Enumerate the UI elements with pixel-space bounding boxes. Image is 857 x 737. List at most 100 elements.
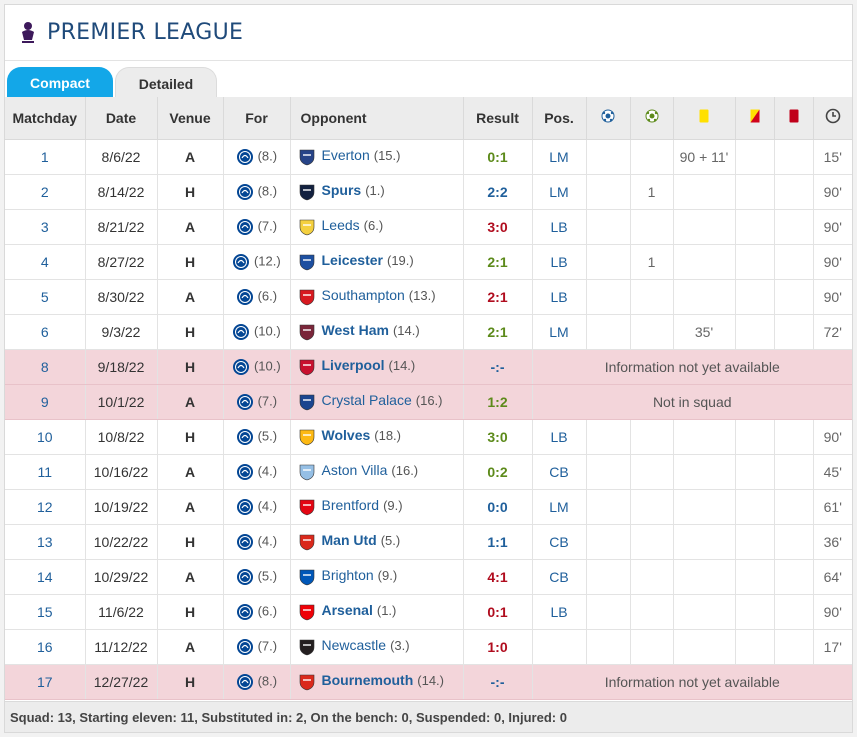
match-result-link[interactable]: 1:1 (462, 524, 532, 560)
assists (629, 314, 673, 350)
match-result-link[interactable]: -:- (462, 349, 532, 385)
opponent-link[interactable]: Man Utd (322, 532, 377, 548)
second-yellow-card (734, 419, 774, 455)
red-card (773, 524, 813, 560)
col-position[interactable]: Pos. (531, 97, 586, 140)
match-result-link[interactable]: 3:0 (462, 419, 532, 455)
venue: A (156, 454, 223, 490)
chelsea-crest-icon (236, 218, 253, 235)
opponent-link[interactable]: Leicester (322, 252, 383, 268)
status-note: Information not yet available (531, 349, 852, 385)
matchday-link[interactable]: 16 (5, 629, 85, 665)
matchday-link[interactable]: 14 (5, 559, 85, 595)
match-result-link[interactable]: 4:1 (462, 559, 532, 595)
opponent-link[interactable]: Crystal Palace (322, 392, 412, 408)
opponent-link[interactable]: Liverpool (322, 357, 385, 373)
col-date[interactable]: Date (84, 97, 157, 140)
for-cell: (5.) (222, 419, 290, 455)
assists (629, 454, 673, 490)
match-date: 12/27/22 (84, 664, 157, 700)
matchday-link[interactable]: 2 (5, 174, 85, 210)
match-result-link[interactable]: 0:1 (462, 139, 532, 175)
position: CB (531, 454, 586, 490)
matchday-link[interactable]: 5 (5, 279, 85, 315)
for-rank: (4.) (257, 462, 278, 478)
opponent-link[interactable]: Spurs (322, 182, 362, 198)
for-rank: (12.) (253, 252, 281, 268)
yellow-card (672, 524, 735, 560)
red-card (773, 174, 813, 210)
goals (585, 209, 630, 245)
col-result[interactable]: Result (462, 97, 532, 140)
matchday-link[interactable]: 17 (5, 664, 85, 700)
yellow-card (672, 419, 735, 455)
opponent-link[interactable]: Brentford (322, 497, 380, 513)
matchday-link[interactable]: 8 (5, 349, 85, 385)
matchday-link[interactable]: 3 (5, 209, 85, 245)
venue: A (156, 139, 223, 175)
minutes-played: 64' (812, 559, 852, 595)
opponent-link[interactable]: Aston Villa (322, 462, 388, 478)
opponent-link[interactable]: Brighton (322, 567, 374, 583)
match-result-link[interactable]: 2:2 (462, 174, 532, 210)
chelsea-crest-icon (236, 393, 253, 410)
second-yellow-card-icon (750, 109, 759, 123)
venue: H (156, 314, 223, 350)
opponent-link[interactable]: Wolves (322, 427, 371, 443)
match-result-link[interactable]: -:- (462, 664, 532, 700)
match-result-link[interactable]: 0:0 (462, 489, 532, 525)
matchday-link[interactable]: 10 (5, 419, 85, 455)
matchday-link[interactable]: 12 (5, 489, 85, 525)
opponent-crest-icon (299, 184, 314, 200)
opponent-link[interactable]: Arsenal (322, 602, 373, 618)
venue: A (156, 559, 223, 595)
col-opponent[interactable]: Opponent (289, 97, 463, 140)
opponent-link[interactable]: Everton (322, 147, 370, 163)
assists: 1 (629, 174, 673, 210)
for-cell: (5.) (222, 559, 290, 595)
for-rank: (6.) (257, 287, 278, 303)
match-result-link[interactable]: 1:0 (462, 629, 532, 665)
tab-compact[interactable]: Compact (7, 67, 113, 99)
for-rank: (10.) (253, 357, 281, 373)
matchday-link[interactable]: 1 (5, 139, 85, 175)
opponent-crest-icon (299, 674, 314, 690)
opponent-link[interactable]: Bournemouth (322, 672, 414, 688)
yellow-card: 90 + 11' (672, 139, 735, 175)
yellow-card (672, 629, 735, 665)
col-matchday[interactable]: Matchday (5, 97, 85, 140)
assist-ball-icon (645, 109, 658, 123)
opponent-link[interactable]: West Ham (322, 322, 389, 338)
match-date: 11/6/22 (84, 594, 157, 630)
match-result-link[interactable]: 0:2 (462, 454, 532, 490)
opponent-crest-icon (299, 254, 314, 270)
tab-detailed[interactable]: Detailed (115, 67, 217, 99)
for-rank: (10.) (253, 322, 281, 338)
goals (585, 559, 630, 595)
red-card (773, 209, 813, 245)
col-venue[interactable]: Venue (156, 97, 223, 140)
minutes-played: 90' (812, 174, 852, 210)
chelsea-crest-icon (236, 463, 253, 480)
second-yellow-card (734, 139, 774, 175)
match-date: 8/21/22 (84, 209, 157, 245)
match-result-link[interactable]: 1:2 (462, 384, 532, 420)
matchday-link[interactable]: 11 (5, 454, 85, 490)
matchday-link[interactable]: 4 (5, 244, 85, 280)
match-result-link[interactable]: 2:1 (462, 279, 532, 315)
match-result-link[interactable]: 3:0 (462, 209, 532, 245)
matchday-link[interactable]: 15 (5, 594, 85, 630)
matchday-link[interactable]: 13 (5, 524, 85, 560)
matchday-link[interactable]: 9 (5, 384, 85, 420)
match-result-link[interactable]: 2:1 (462, 244, 532, 280)
assists (629, 209, 673, 245)
opponent-link[interactable]: Newcastle (322, 637, 387, 653)
match-result-link[interactable]: 0:1 (462, 594, 532, 630)
red-card-icon (789, 109, 798, 123)
opponent-link[interactable]: Leeds (322, 217, 360, 233)
opponent-link[interactable]: Southampton (322, 287, 405, 303)
opponent-cell: Aston Villa (16.) (289, 454, 463, 490)
matchday-link[interactable]: 6 (5, 314, 85, 350)
match-result-link[interactable]: 2:1 (462, 314, 532, 350)
col-for[interactable]: For (222, 97, 290, 140)
